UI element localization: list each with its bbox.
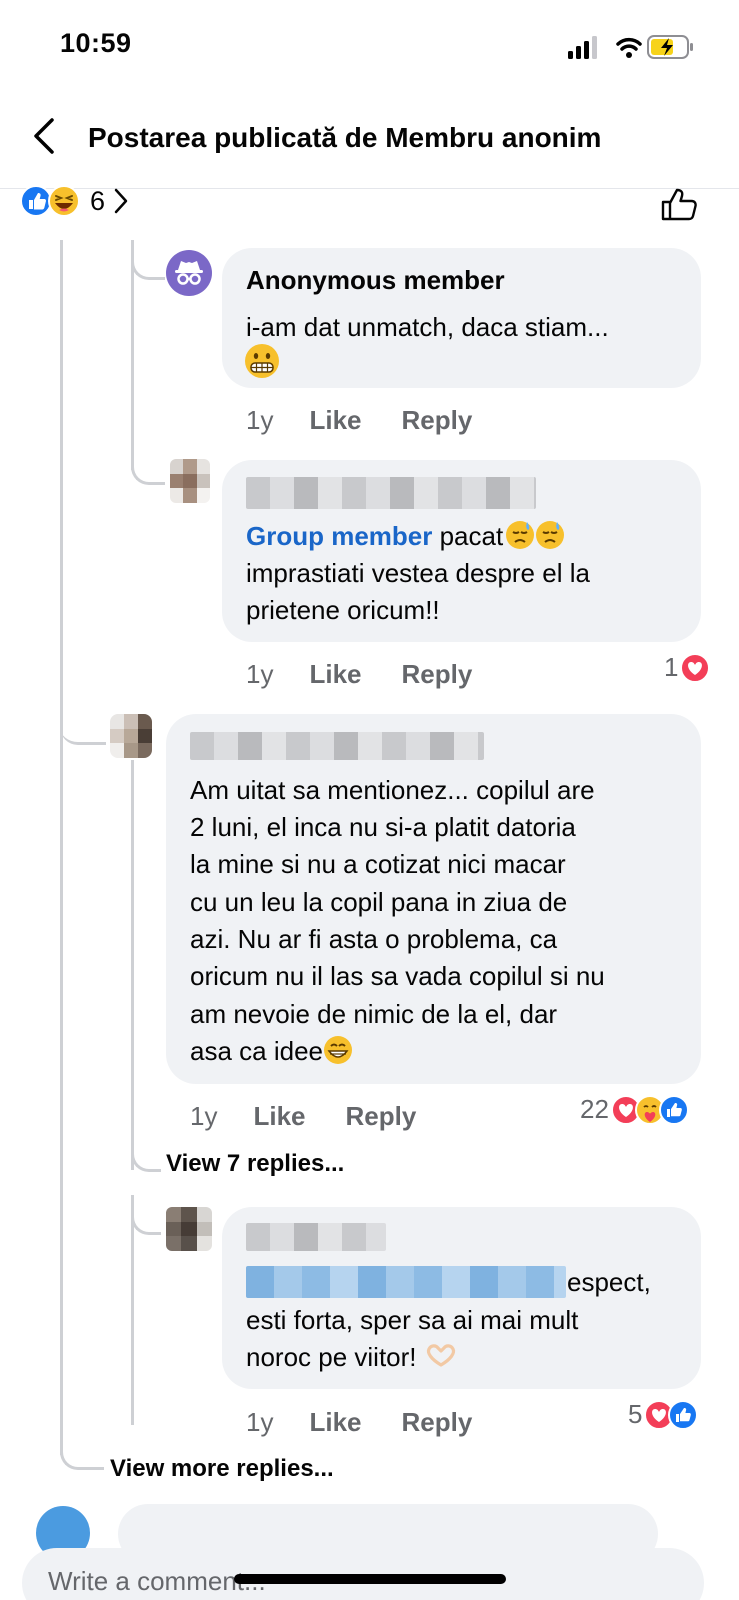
view-replies-link[interactable]: View 7 replies... — [166, 1150, 344, 1178]
comment-meta: 1y Like Reply — [246, 659, 472, 690]
home-indicator — [234, 1574, 506, 1584]
status-time: 10:59 — [60, 28, 132, 58]
mention-link[interactable]: Group member — [246, 521, 432, 551]
comment-text-line: esti forta, sper sa ai mai mult — [246, 1305, 579, 1335]
like-button[interactable]: Like — [309, 405, 361, 436]
comment-text-line: azi. Nu ar fi asta o problema, ca — [190, 924, 558, 954]
reaction-count: 1 — [664, 652, 679, 682]
reply-button[interactable]: Reply — [402, 405, 473, 436]
love-reaction-icon — [680, 652, 711, 683]
comment-text-line: espect, — [567, 1267, 651, 1297]
thread-connector — [60, 705, 106, 745]
status-icons — [568, 32, 703, 62]
comment-meta: 1y Like Reply — [190, 1101, 416, 1132]
thread-connector — [131, 1195, 161, 1235]
chevron-left-icon — [34, 118, 54, 154]
comment-text-line: imprastiati vestea despre el la — [246, 558, 590, 588]
like-reaction-icon — [658, 1094, 689, 1125]
comment-text-line: cu un leu la copil pana in ziua de — [190, 887, 568, 917]
back-button[interactable] — [30, 116, 60, 156]
thread-line-outer — [60, 240, 63, 1455]
reaction-count: 5 — [628, 1399, 643, 1429]
comment-reactions[interactable]: 5 — [628, 1399, 699, 1430]
view-more-replies-link[interactable]: View more replies... — [110, 1455, 334, 1483]
thread-connector — [60, 1420, 104, 1470]
reply-button[interactable]: Reply — [402, 1407, 473, 1438]
comment-meta: 1y Like Reply — [246, 405, 472, 436]
comment-text-line: am nevoie de nimic de la el, dar — [190, 999, 558, 1029]
signal-wifi-battery-icon — [568, 35, 693, 59]
chevron-right-icon — [114, 188, 128, 214]
heart-hands-emoji — [423, 1341, 459, 1371]
thread-line-inner — [131, 240, 134, 470]
redacted-author — [190, 732, 484, 760]
comment-meta: 1y Like Reply — [246, 1407, 472, 1438]
comment-text-line: noroc pe viitor! — [246, 1339, 459, 1376]
redacted-author — [246, 477, 536, 509]
reaction-count: 6 — [90, 185, 106, 216]
like-button[interactable]: Like — [309, 659, 361, 690]
grimace-emoji — [244, 343, 280, 384]
like-reaction-icon — [668, 1399, 699, 1430]
comment-text-line: 2 luni, el inca nu si-a platit datoria — [190, 812, 576, 842]
comment-text: i-am dat unmatch, daca stiam... — [246, 312, 609, 342]
thumbs-up-icon — [661, 188, 697, 221]
avatar[interactable] — [170, 459, 210, 503]
like-button[interactable]: Like — [309, 1407, 361, 1438]
comment-text-line: asa ca idee — [190, 1033, 353, 1070]
reply-button[interactable]: Reply — [402, 659, 473, 690]
thread-line-inner — [131, 1195, 134, 1425]
comment-age: 1y — [190, 1101, 218, 1131]
thread-connector — [131, 240, 165, 280]
like-button[interactable]: Like — [253, 1101, 305, 1132]
avatar[interactable] — [166, 1207, 212, 1251]
comment-text-line: oricum nu il las sa vada copilul si nu — [190, 961, 605, 991]
comment-author[interactable]: Anonymous member — [246, 265, 505, 296]
page-title: Postarea publicată de Membru anonim — [88, 122, 602, 153]
reaction-count: 22 — [580, 1094, 609, 1124]
post-reaction-summary[interactable]: 6 — [20, 183, 129, 219]
redacted-author — [246, 1223, 386, 1251]
comment-age: 1y — [246, 1407, 274, 1437]
avatar[interactable] — [166, 250, 212, 296]
like-post-button[interactable] — [660, 186, 704, 222]
thread-connector — [131, 455, 165, 485]
like-haha-reaction-icons — [20, 185, 80, 217]
anonymous-icon — [175, 261, 203, 285]
thread-line-inner — [131, 760, 134, 1170]
downcast-sweat-emoji — [535, 520, 565, 550]
comment-text: Group member pacat — [246, 518, 565, 555]
thread-connector — [131, 1140, 161, 1172]
comment-text-line: Am uitat sa mentionez... copilul are — [190, 775, 595, 805]
avatar[interactable] — [110, 714, 152, 758]
downcast-sweat-emoji — [505, 520, 535, 550]
comment-text-line: prietene oricum!! — [246, 595, 440, 625]
reply-button[interactable]: Reply — [346, 1101, 417, 1132]
comment-reactions[interactable]: 22 — [580, 1094, 689, 1125]
comment-text-line: la mine si nu a cotizat nici macar — [190, 849, 566, 879]
redacted-mention — [246, 1266, 566, 1298]
comment-reactions[interactable]: 1 — [664, 652, 711, 683]
comment-age: 1y — [246, 659, 274, 689]
grin-emoji — [323, 1035, 353, 1065]
comment-input-placeholder: Write a comment... — [48, 1566, 266, 1596]
comment-age: 1y — [246, 405, 274, 435]
